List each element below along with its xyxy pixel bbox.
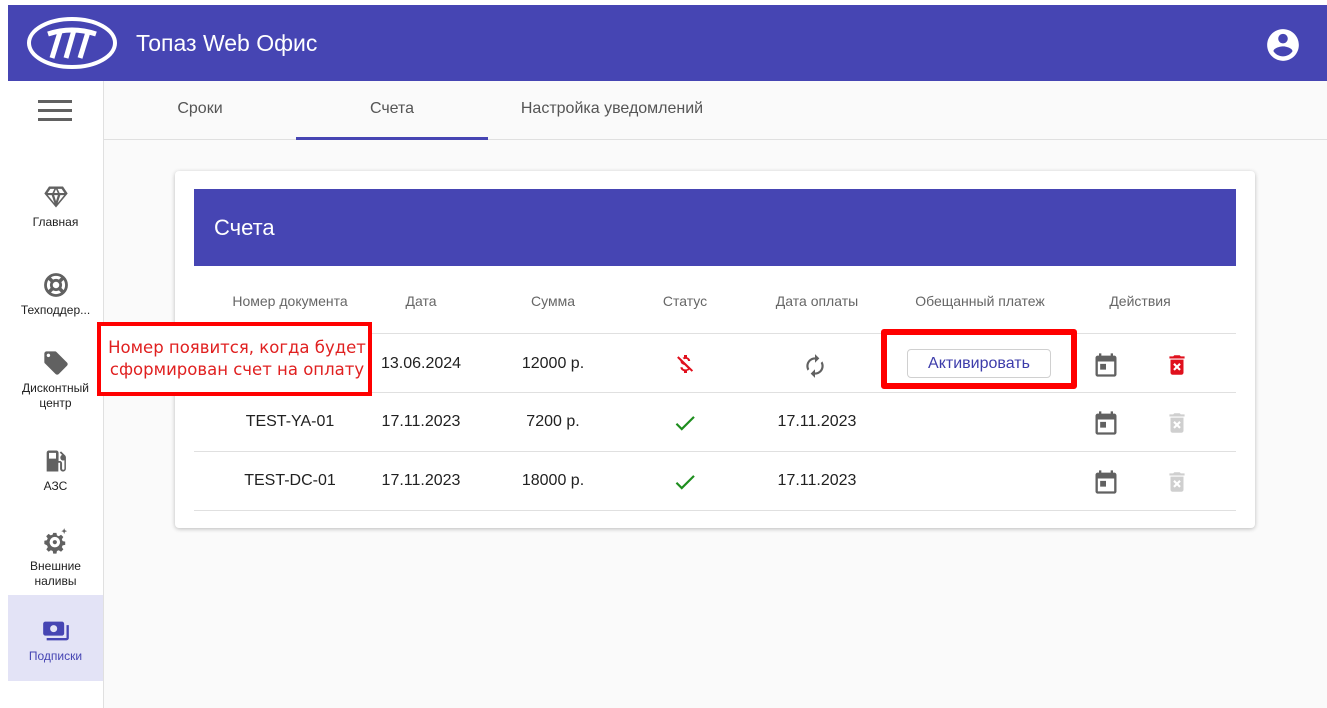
sidebar-item-support[interactable]: Техподдер... [8,271,103,331]
column-header-doc-number: Номер документа [232,293,348,309]
tag-icon [43,351,68,375]
doc-number-cell: TEST-YA-01 [245,413,335,430]
card-title: Счета [214,215,275,240]
topaz-logo-icon[interactable] [26,16,118,70]
app-frame: Топаз Web Офис Главная Техподдер... Диск… [8,5,1327,708]
date-cell: 13.06.2024 [380,355,462,372]
tab-terms[interactable]: Сроки [104,81,296,140]
column-header-sum: Сумма [531,293,575,309]
annotation-line: Номер появится, когда будет [108,338,366,357]
sidebar-item-label: Дисконтный центр [22,381,89,410]
date-cell: 17.11.2023 [381,472,461,489]
tab-bar: Сроки Счета Настройка уведомлений [104,81,1327,140]
sidebar-item-subscriptions[interactable]: Подписки [8,595,103,681]
calendar-icon[interactable] [1092,409,1120,437]
delete-disabled-icon [1169,472,1185,492]
app-bar: Топаз Web Офис [8,5,1327,81]
delete-disabled-icon [1169,413,1185,433]
sum-cell: 18000 р. [521,472,585,489]
date-cell: 17.11.2023 [381,413,461,430]
paid-check-icon [675,416,695,431]
row-divider [194,451,1236,452]
delete-icon[interactable] [1164,352,1190,378]
calendar-icon[interactable] [1092,468,1120,496]
paid-date-cell: 17.11.2023 [777,413,857,430]
fuel-station-icon [46,450,66,472]
annotation-highlight-box [881,329,1077,389]
row-divider [194,510,1236,511]
sidebar-item-discount-center[interactable]: Дисконтный центр [8,349,103,419]
paid-date-cell: 17.11.2023 [777,472,857,489]
sidebar-item-label: Подписки [28,649,83,663]
lifebuoy-icon [43,273,68,297]
sum-cell: 7200 р. [526,413,580,430]
doc-number-cell: TEST-DC-01 [244,472,336,489]
card-header: Счета [194,189,1236,266]
account-icon[interactable] [1264,26,1302,64]
column-header-paid-date: Дата оплаты [775,293,859,309]
app-title: Топаз Web Офис [136,30,318,56]
sidebar-item-gas-station[interactable]: АЗС [8,447,103,507]
subscriptions-icon [42,621,69,641]
column-header-date: Дата [405,293,437,309]
unpaid-status-icon [677,355,694,373]
sum-cell: 12000 р. [521,355,585,372]
diamond-icon [43,186,68,208]
sidebar-item-label: АЗС [43,479,68,493]
menu-icon[interactable] [38,96,74,126]
paid-check-icon [675,475,695,490]
column-header-actions: Действия [1109,293,1171,309]
annotation-text: Номер появится, когда будет сформирован … [107,337,367,381]
column-header-promised-payment: Обещанный платеж [915,293,1045,309]
column-header-status: Статус [662,293,708,309]
calendar-icon[interactable] [1092,351,1120,379]
sidebar-item-label: Внешние наливы [30,559,81,588]
sidebar-item-home[interactable]: Главная [8,183,103,243]
gears-icon [43,528,67,554]
annotation-line: сформирован счет на оплату [109,360,365,379]
tab-invoices[interactable]: Счета [296,81,488,140]
sidebar-item-label: Главная [32,215,79,229]
sidebar-item-label: Техподдер... [20,303,91,317]
sidebar: Главная Техподдер... Дисконтный центр АЗ… [8,81,104,708]
sync-icon [806,354,824,378]
tab-notification-settings[interactable]: Настройка уведомлений [488,81,736,140]
annotation-callout: Номер появится, когда будет сформирован … [97,322,372,396]
sidebar-item-external-loading[interactable]: Внешние наливы [8,527,103,597]
